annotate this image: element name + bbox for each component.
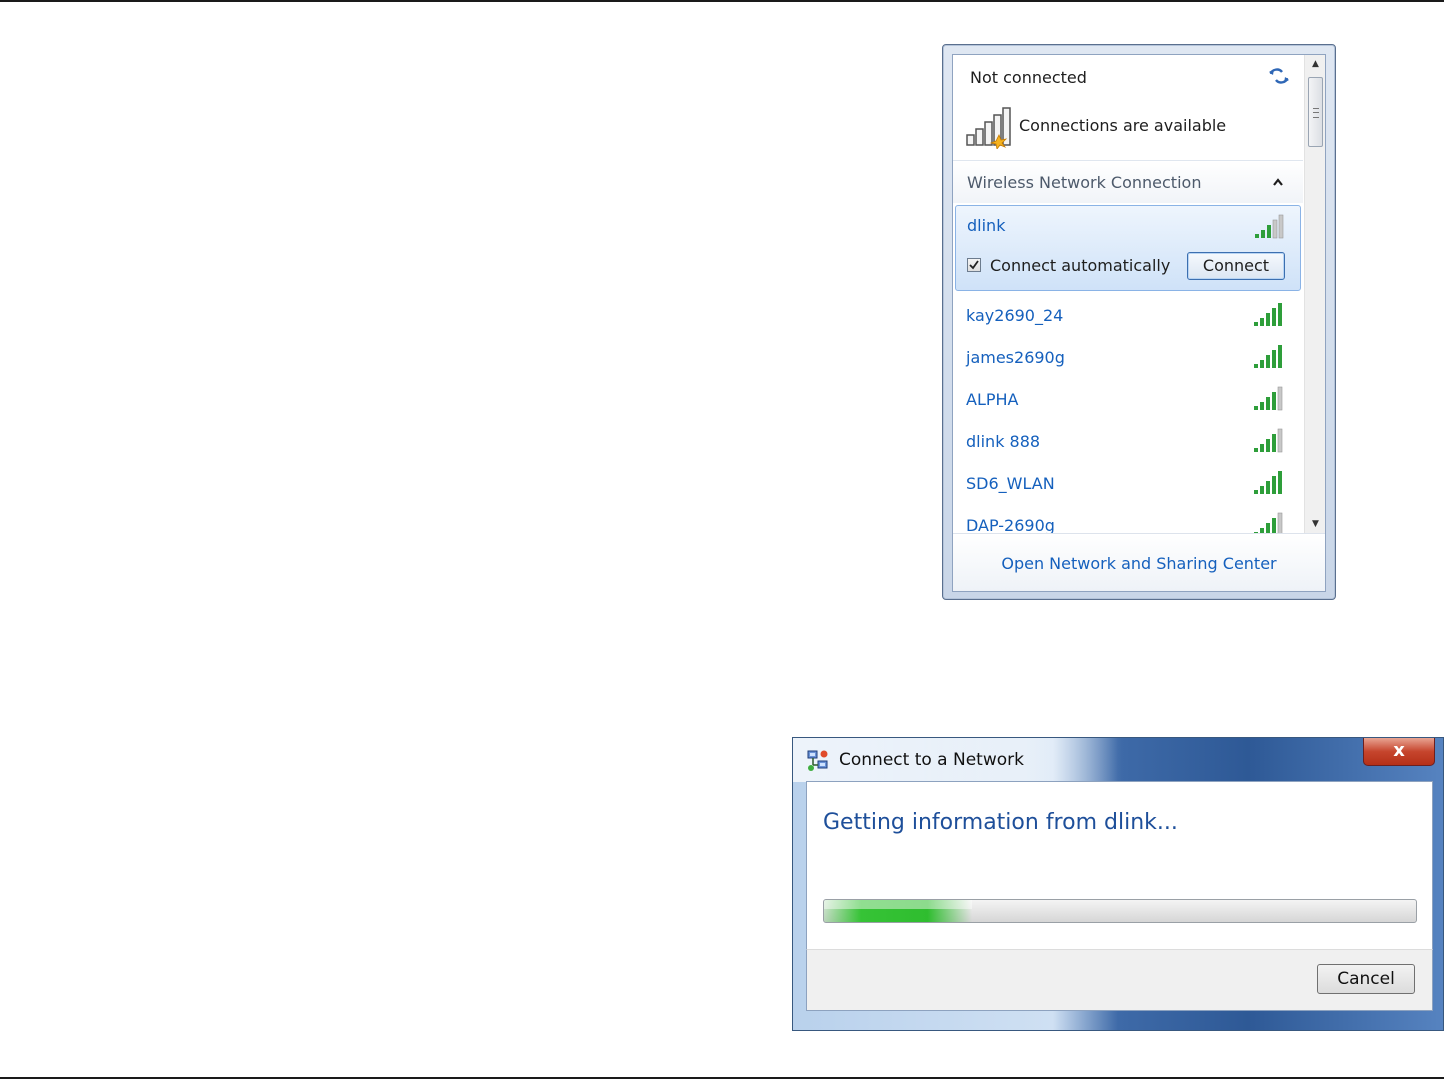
network-item[interactable]: SD6_WLAN (955, 464, 1301, 506)
progress-fill (824, 900, 972, 922)
dialog-footer: Cancel (806, 949, 1433, 1011)
network-ssid: dlink 888 (966, 432, 1041, 451)
close-button[interactable]: x (1363, 738, 1435, 766)
dialog-content: Getting information from dlink... (806, 781, 1433, 949)
network-flyout: Not connected Connections are available … (942, 44, 1336, 600)
connection-status: Not connected Connections are available (953, 55, 1303, 161)
network-ssid: SD6_WLAN (966, 474, 1055, 493)
open-network-sharing-center-link[interactable]: Open Network and Sharing Center (953, 554, 1325, 573)
network-item[interactable]: kay2690_24 (955, 296, 1301, 338)
grip-icon (1313, 108, 1319, 118)
signal-strength-icon (1254, 428, 1283, 453)
network-item-selected[interactable]: dlink Connect automatically Connect (955, 205, 1301, 291)
network-list-scrollbar[interactable]: ▲ ▼ (1304, 55, 1325, 533)
network-item[interactable]: DAP-2690g (955, 506, 1301, 533)
top-rule (0, 0, 1444, 2)
connect-dialog: Connect to a Network x Getting informati… (792, 737, 1444, 1031)
signal-available-icon (966, 107, 1011, 149)
flyout-footer: Open Network and Sharing Center (953, 533, 1325, 591)
status-title: Not connected (970, 68, 1087, 87)
scroll-thumb[interactable] (1308, 77, 1323, 147)
signal-strength-icon (1254, 471, 1282, 494)
connect-automatically-checkbox[interactable] (967, 258, 981, 272)
refresh-icon[interactable] (1267, 65, 1291, 87)
close-icon: x (1393, 740, 1405, 761)
network-ssid: DAP-2690g (966, 516, 1055, 533)
signal-strength-icon (1255, 214, 1284, 239)
section-label: Wireless Network Connection (967, 173, 1202, 192)
network-item[interactable]: dlink 888 (955, 422, 1301, 464)
flyout-panel: Not connected Connections are available … (952, 54, 1326, 592)
network-dialog-icon (807, 750, 828, 771)
network-ssid: james2690g (966, 348, 1065, 367)
scroll-down-arrow-icon[interactable]: ▼ (1305, 515, 1325, 533)
dialog-title: Connect to a Network (839, 750, 1024, 770)
scroll-up-arrow-icon[interactable]: ▲ (1305, 55, 1325, 73)
signal-strength-icon (1254, 512, 1283, 533)
signal-strength-icon (1254, 386, 1283, 411)
wireless-section-header[interactable]: Wireless Network Connection (953, 161, 1303, 203)
network-item[interactable]: james2690g (955, 338, 1301, 380)
network-ssid: dlink (967, 216, 1006, 235)
network-ssid: ALPHA (966, 390, 1019, 409)
chevron-up-icon[interactable] (1271, 177, 1285, 187)
network-ssid: kay2690_24 (966, 306, 1064, 325)
connect-button[interactable]: Connect (1187, 252, 1285, 280)
signal-strength-icon (1254, 303, 1282, 326)
checkmark-icon (969, 260, 979, 270)
network-item[interactable]: ALPHA (955, 380, 1301, 422)
cancel-button[interactable]: Cancel (1317, 964, 1415, 994)
status-subtitle: Connections are available (1019, 116, 1227, 135)
bottom-rule (0, 1077, 1444, 1079)
progress-bar (823, 899, 1417, 923)
signal-strength-icon (1254, 345, 1282, 368)
status-message: Getting information from dlink... (823, 810, 1178, 835)
connect-automatically-label: Connect automatically (990, 256, 1171, 275)
